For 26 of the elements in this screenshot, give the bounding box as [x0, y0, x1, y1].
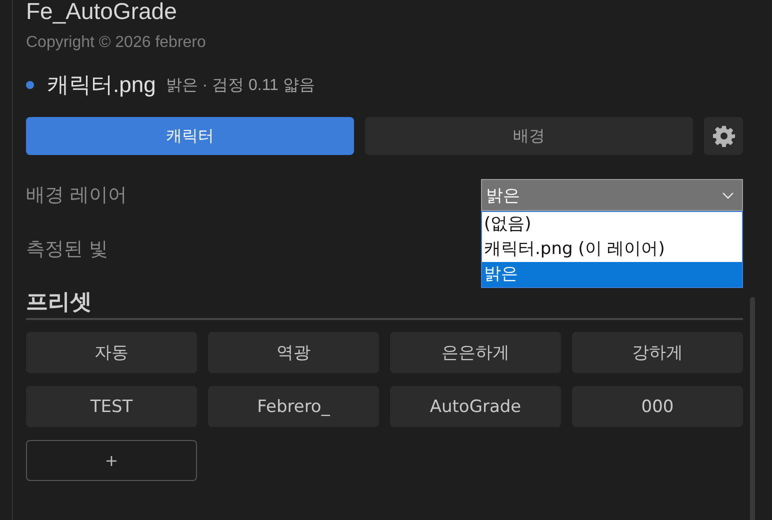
preset-button[interactable]: TEST — [26, 386, 197, 427]
chevron-icon — [722, 192, 734, 198]
preset-button[interactable]: 은은하게 — [390, 332, 561, 373]
preset-button[interactable]: 000 — [572, 386, 743, 427]
field-label: 측정된 빛 — [26, 237, 108, 262]
preset-button[interactable]: AutoGrade — [390, 386, 561, 427]
copyright-text: Copyright © 2026 febrero — [26, 33, 206, 53]
preset-button[interactable]: Febrero_ — [208, 386, 379, 427]
preset-button[interactable]: 강하게 — [572, 332, 743, 373]
dropdown[interactable]: 밝은 — [481, 179, 743, 211]
settings-button[interactable] — [704, 117, 743, 155]
dropdown-option[interactable]: (없음) — [482, 212, 742, 237]
layer-name: 캐릭터.png — [47, 71, 156, 99]
settings-icon — [712, 125, 734, 147]
scrollbar[interactable] — [750, 297, 755, 520]
section-heading: 프리셋 — [26, 290, 92, 315]
layer-info: 밝은 · 검정 0.11 얇음 — [166, 76, 315, 96]
add-preset-button[interactable]: + — [26, 440, 197, 481]
dropdown-option[interactable]: 밝은 — [482, 262, 742, 287]
preset-button[interactable]: 자동 — [26, 332, 197, 373]
preset-button[interactable]: 역광 — [208, 332, 379, 373]
dropdown-option[interactable]: 캐릭터.png (이 레이어) — [482, 237, 742, 262]
field-label: 배경 레이어 — [26, 183, 128, 208]
tab[interactable]: 배경 — [365, 117, 693, 155]
app-title: Fe_AutoGrade — [26, 0, 177, 26]
tab[interactable]: 캐릭터 — [26, 117, 354, 155]
